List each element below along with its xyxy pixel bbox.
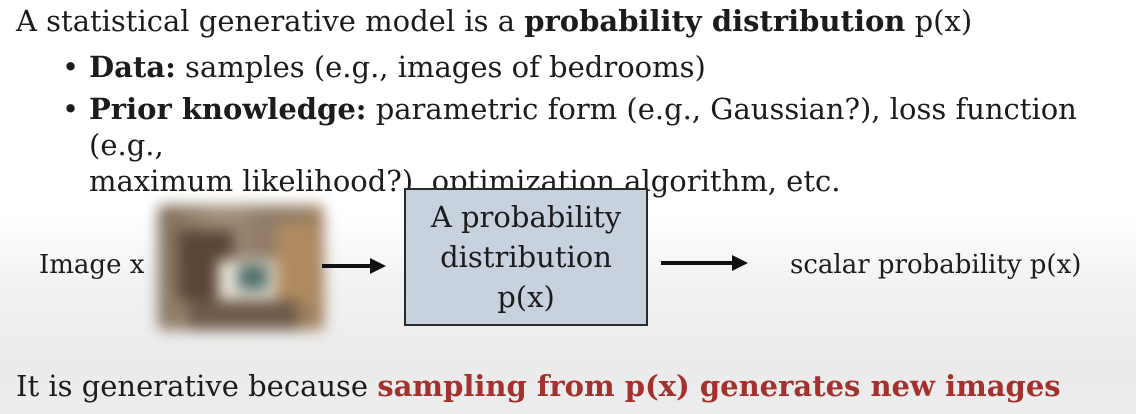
box-line-2: distribution <box>440 240 612 274</box>
input-arrow-icon <box>322 258 386 274</box>
conclusion-highlight: sampling from p(x) generates new images <box>377 369 1061 403</box>
probability-distribution-box: A probability distribution p(x) <box>404 188 648 326</box>
conclusion-sentence: It is generative because sampling from p… <box>16 369 1061 403</box>
output-arrow-icon <box>661 255 748 271</box>
conclusion-prefix: It is generative because <box>16 369 378 403</box>
output-label: scalar probability p(x) <box>790 250 1082 280</box>
box-line-1: A probability <box>430 200 622 234</box>
box-line-3: p(x) <box>497 280 555 314</box>
